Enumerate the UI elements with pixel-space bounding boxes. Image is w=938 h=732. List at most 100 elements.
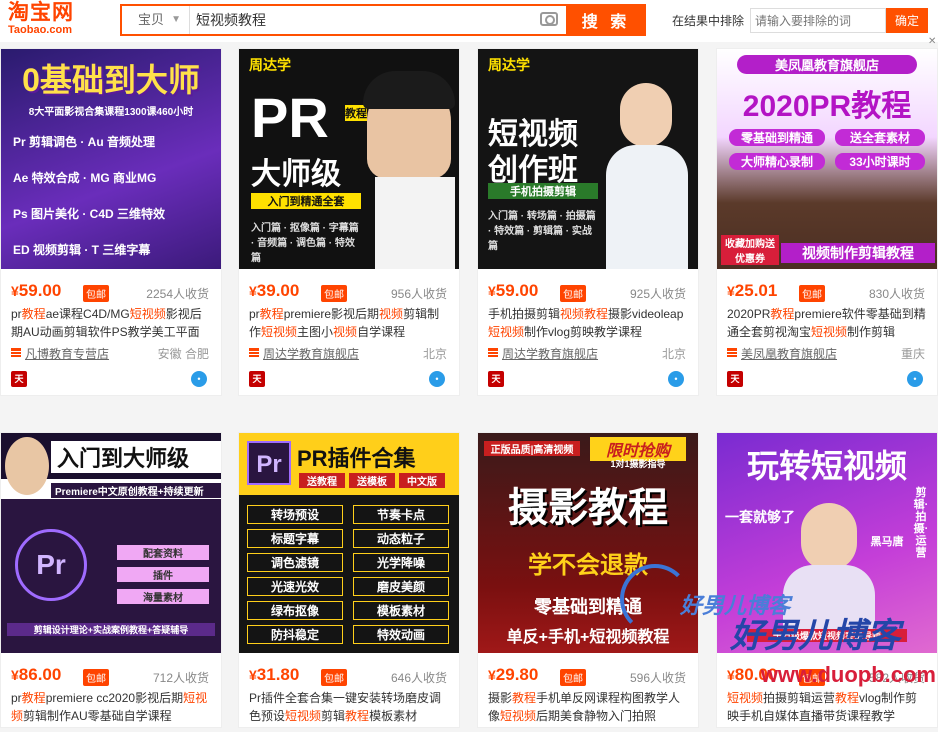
shop-name[interactable]: 凡博教育专营店	[25, 345, 109, 362]
feature-cell: 动态粒子	[353, 529, 449, 548]
product-image[interactable]: 周达学 短视频 创作班 手机拍摄剪辑 入门篇 · 转场篇 · 拍摄篇 · 特效篇…	[478, 49, 698, 269]
image-name: 黑马唐	[870, 536, 904, 548]
shop-list-icon	[11, 348, 21, 358]
tmall-icon[interactable]: 天	[488, 371, 504, 387]
location: 安徽 合肥	[157, 347, 209, 361]
product-image[interactable]: 美凤凰教育旗舰店 2020PR教程 零基础到精通 送全套素材 大师精心录制 33…	[717, 49, 937, 269]
product-card[interactable]: Pr PR插件合集 送教程 送模板 中文版 转场预设 节奏卡点 标题字幕 动态粒…	[238, 432, 460, 728]
title-keyword-highlight: 教程	[21, 307, 46, 321]
title-keyword-highlight: 短视频	[129, 307, 166, 321]
instructor-shirt	[606, 145, 688, 269]
tmall-icon[interactable]: 天	[11, 371, 27, 387]
product-card[interactable]: 周达学 短视频 创作班 手机拍摄剪辑 入门篇 · 转场篇 · 拍摄篇 · 特效篇…	[477, 48, 699, 396]
title-text: 摄影	[488, 691, 513, 705]
image-feature: 插件	[117, 567, 209, 582]
search-scope-select[interactable]: 宝贝 ▼	[122, 6, 190, 34]
sales-count: 2254人收货	[146, 287, 209, 301]
title-text: 主图小	[297, 325, 334, 339]
image-feature: 配套资料	[117, 545, 209, 560]
product-card[interactable]: 周达学 PR 教程 大师级 入门到精通全套 入门篇 · 抠像篇 · 字幕篇 · …	[238, 48, 460, 396]
image-feature: 大师精心录制	[729, 153, 825, 170]
logo-cn: 淘宝网	[8, 1, 74, 24]
title-text: 手机拍摄剪辑	[488, 307, 561, 321]
price-row: ¥39.00 包邮 956人收货	[239, 279, 459, 305]
product-title[interactable]: 短视频拍摄剪辑运营教程vlog制作剪映手机自媒体直播带货课程教学	[717, 689, 937, 727]
search-input[interactable]	[196, 6, 536, 34]
product-title[interactable]: Pr插件全套合集一键安装转场磨皮调色预设短视频剪辑教程模板素材	[239, 689, 459, 727]
taobao-logo[interactable]: 淘宝网 Taobao.com	[8, 2, 100, 40]
title-text: ae课程C4D/MG	[45, 307, 130, 321]
price-row: ¥86.00 包邮 712人收货	[1, 663, 221, 689]
product-image[interactable]: 正版品质|高清视频 限时抢购 1对1摄影指导 摄影教程 学不会退款 零基础到精通…	[478, 433, 698, 653]
product-image[interactable]: Pr PR插件合集 送教程 送模板 中文版 转场预设 节奏卡点 标题字幕 动态粒…	[239, 433, 459, 653]
product-title[interactable]: 摄影教程手机单反网课程构图教学人像短视频后期美食静物入门拍照	[478, 689, 698, 727]
sales-count: 582人收货	[868, 671, 925, 685]
price: ¥39.00	[249, 281, 300, 300]
image-feature: Ae 特效合成 · MG 商业MG	[13, 171, 157, 185]
wangwang-chat-icon[interactable]: •	[668, 371, 684, 387]
title-keyword-highlight: 教程	[259, 307, 284, 321]
product-title[interactable]: 手机拍摄剪辑视频教程摄影videoleap 短视频制作vlog剪映教学课程	[478, 305, 698, 343]
image-headline: PR插件合集	[297, 446, 416, 471]
free-shipping-badge: 包邮	[560, 285, 586, 302]
tmall-icon[interactable]: 天	[727, 371, 743, 387]
feature-cell: 光学降噪	[353, 553, 449, 572]
image-tag: 送模板	[349, 473, 395, 488]
close-icon[interactable]: ✕	[928, 36, 936, 47]
feature-cell: 转场预设	[247, 505, 343, 524]
product-title[interactable]: pr教程premiere影视后期视频剪辑制作短视频主图小视频自学课程	[239, 305, 459, 343]
image-tagline: 视频制作剪辑教程	[781, 243, 935, 263]
product-card[interactable]: 美凤凰教育旗舰店 2020PR教程 零基础到精通 送全套素材 大师精心录制 33…	[716, 48, 938, 396]
product-title[interactable]: pr教程ae课程C4D/MG短视频影视后期AU动画剪辑软件PS教学美工平面	[1, 305, 221, 343]
product-card[interactable]: 入门到大师级 Premiere中文原创教程+持续更新 Pr 配套资料 插件 海量…	[0, 432, 222, 728]
product-image[interactable]: 0基础到大师 8大平面影视合集课程1300课460小时 Pr 剪辑调色 · Au…	[1, 49, 221, 269]
sales-count: 712人收货	[152, 671, 209, 685]
image-headline: 玩转短视频	[746, 448, 907, 484]
product-card[interactable]: 正版品质|高清视频 限时抢购 1对1摄影指导 摄影教程 学不会退款 零基础到精通…	[477, 432, 699, 728]
feature-cell: 标题字幕	[247, 529, 343, 548]
title-text: 摄影videoleap	[608, 307, 684, 321]
image-tag: 教程	[345, 105, 367, 121]
wangwang-chat-icon[interactable]: •	[907, 371, 923, 387]
shop-name[interactable]: 周达学教育旗舰店	[263, 345, 359, 362]
wangwang-chat-icon[interactable]: •	[191, 371, 207, 387]
product-image[interactable]: 玩转短视频 一套就够了 黑马唐 剪辑·拍摄·运营 千万级爆款短视频实操导师	[717, 433, 937, 653]
title-keyword-highlight: 短视频	[811, 325, 848, 339]
image-vertical-tag: 剪辑·拍摄·运营	[913, 487, 929, 559]
title-text: 2020PR	[727, 307, 771, 321]
shop-row: 周达学教育旗舰店 北京	[478, 343, 698, 365]
product-card[interactable]: 玩转短视频 一套就够了 黑马唐 剪辑·拍摄·运营 千万级爆款短视频实操导师 ¥8…	[716, 432, 938, 728]
title-keyword-highlight: 短视频	[727, 691, 764, 705]
image-tagline: 剪辑设计理论+实战案例教程+答疑辅导	[7, 623, 215, 636]
title-keyword-highlight: 教程	[512, 691, 537, 705]
feature-cell: 特效动画	[353, 625, 449, 644]
title-keyword-highlight: 教程	[770, 307, 795, 321]
location: 重庆	[900, 347, 925, 361]
wangwang-chat-icon[interactable]: •	[429, 371, 445, 387]
product-image[interactable]: 入门到大师级 Premiere中文原创教程+持续更新 Pr 配套资料 插件 海量…	[1, 433, 221, 653]
title-keyword-highlight: 视频	[333, 325, 358, 339]
image-subtitle: 学不会退款	[528, 552, 648, 579]
shop-name[interactable]: 周达学教育旗舰店	[502, 345, 598, 362]
product-title[interactable]: pr教程premiere cc2020影视后期短视频剪辑制作AU零基础自学课程	[1, 689, 221, 727]
camera-icon[interactable]	[540, 12, 558, 26]
title-keyword-highlight: 教程	[835, 691, 860, 705]
sales-count: 830人收货	[868, 287, 925, 301]
exclude-confirm-button[interactable]: 确定	[886, 8, 928, 33]
image-brand: 周达学	[488, 57, 530, 73]
search-button[interactable]: 搜 索	[566, 4, 646, 36]
product-image[interactable]: 周达学 PR 教程 大师级 入门到精通全套 入门篇 · 抠像篇 · 字幕篇 · …	[239, 49, 459, 269]
exclude-input[interactable]	[750, 8, 886, 33]
image-shop-banner: 美凤凰教育旗舰店	[737, 55, 917, 74]
tmall-icon[interactable]: 天	[249, 371, 265, 387]
image-feature: Pr 剪辑调色 · Au 音频处理	[13, 135, 156, 149]
product-title[interactable]: 2020PR教程premiere软件零基础到精通全套剪视淘宝短视频制作剪辑	[717, 305, 937, 343]
title-keyword-highlight: 短视频	[488, 325, 525, 339]
shop-row: 美凤凰教育旗舰店 重庆	[717, 343, 937, 365]
product-card[interactable]: 0基础到大师 8大平面影视合集课程1300课460小时 Pr 剪辑调色 · Au…	[0, 48, 222, 396]
shop-name[interactable]: 美凤凰教育旗舰店	[741, 345, 837, 362]
image-tag: 1对1摄影指导	[610, 459, 666, 469]
title-keyword-highlight: 教程	[21, 691, 46, 705]
free-shipping-badge: 包邮	[560, 669, 586, 686]
image-headline: 2020PR教程	[742, 90, 912, 123]
